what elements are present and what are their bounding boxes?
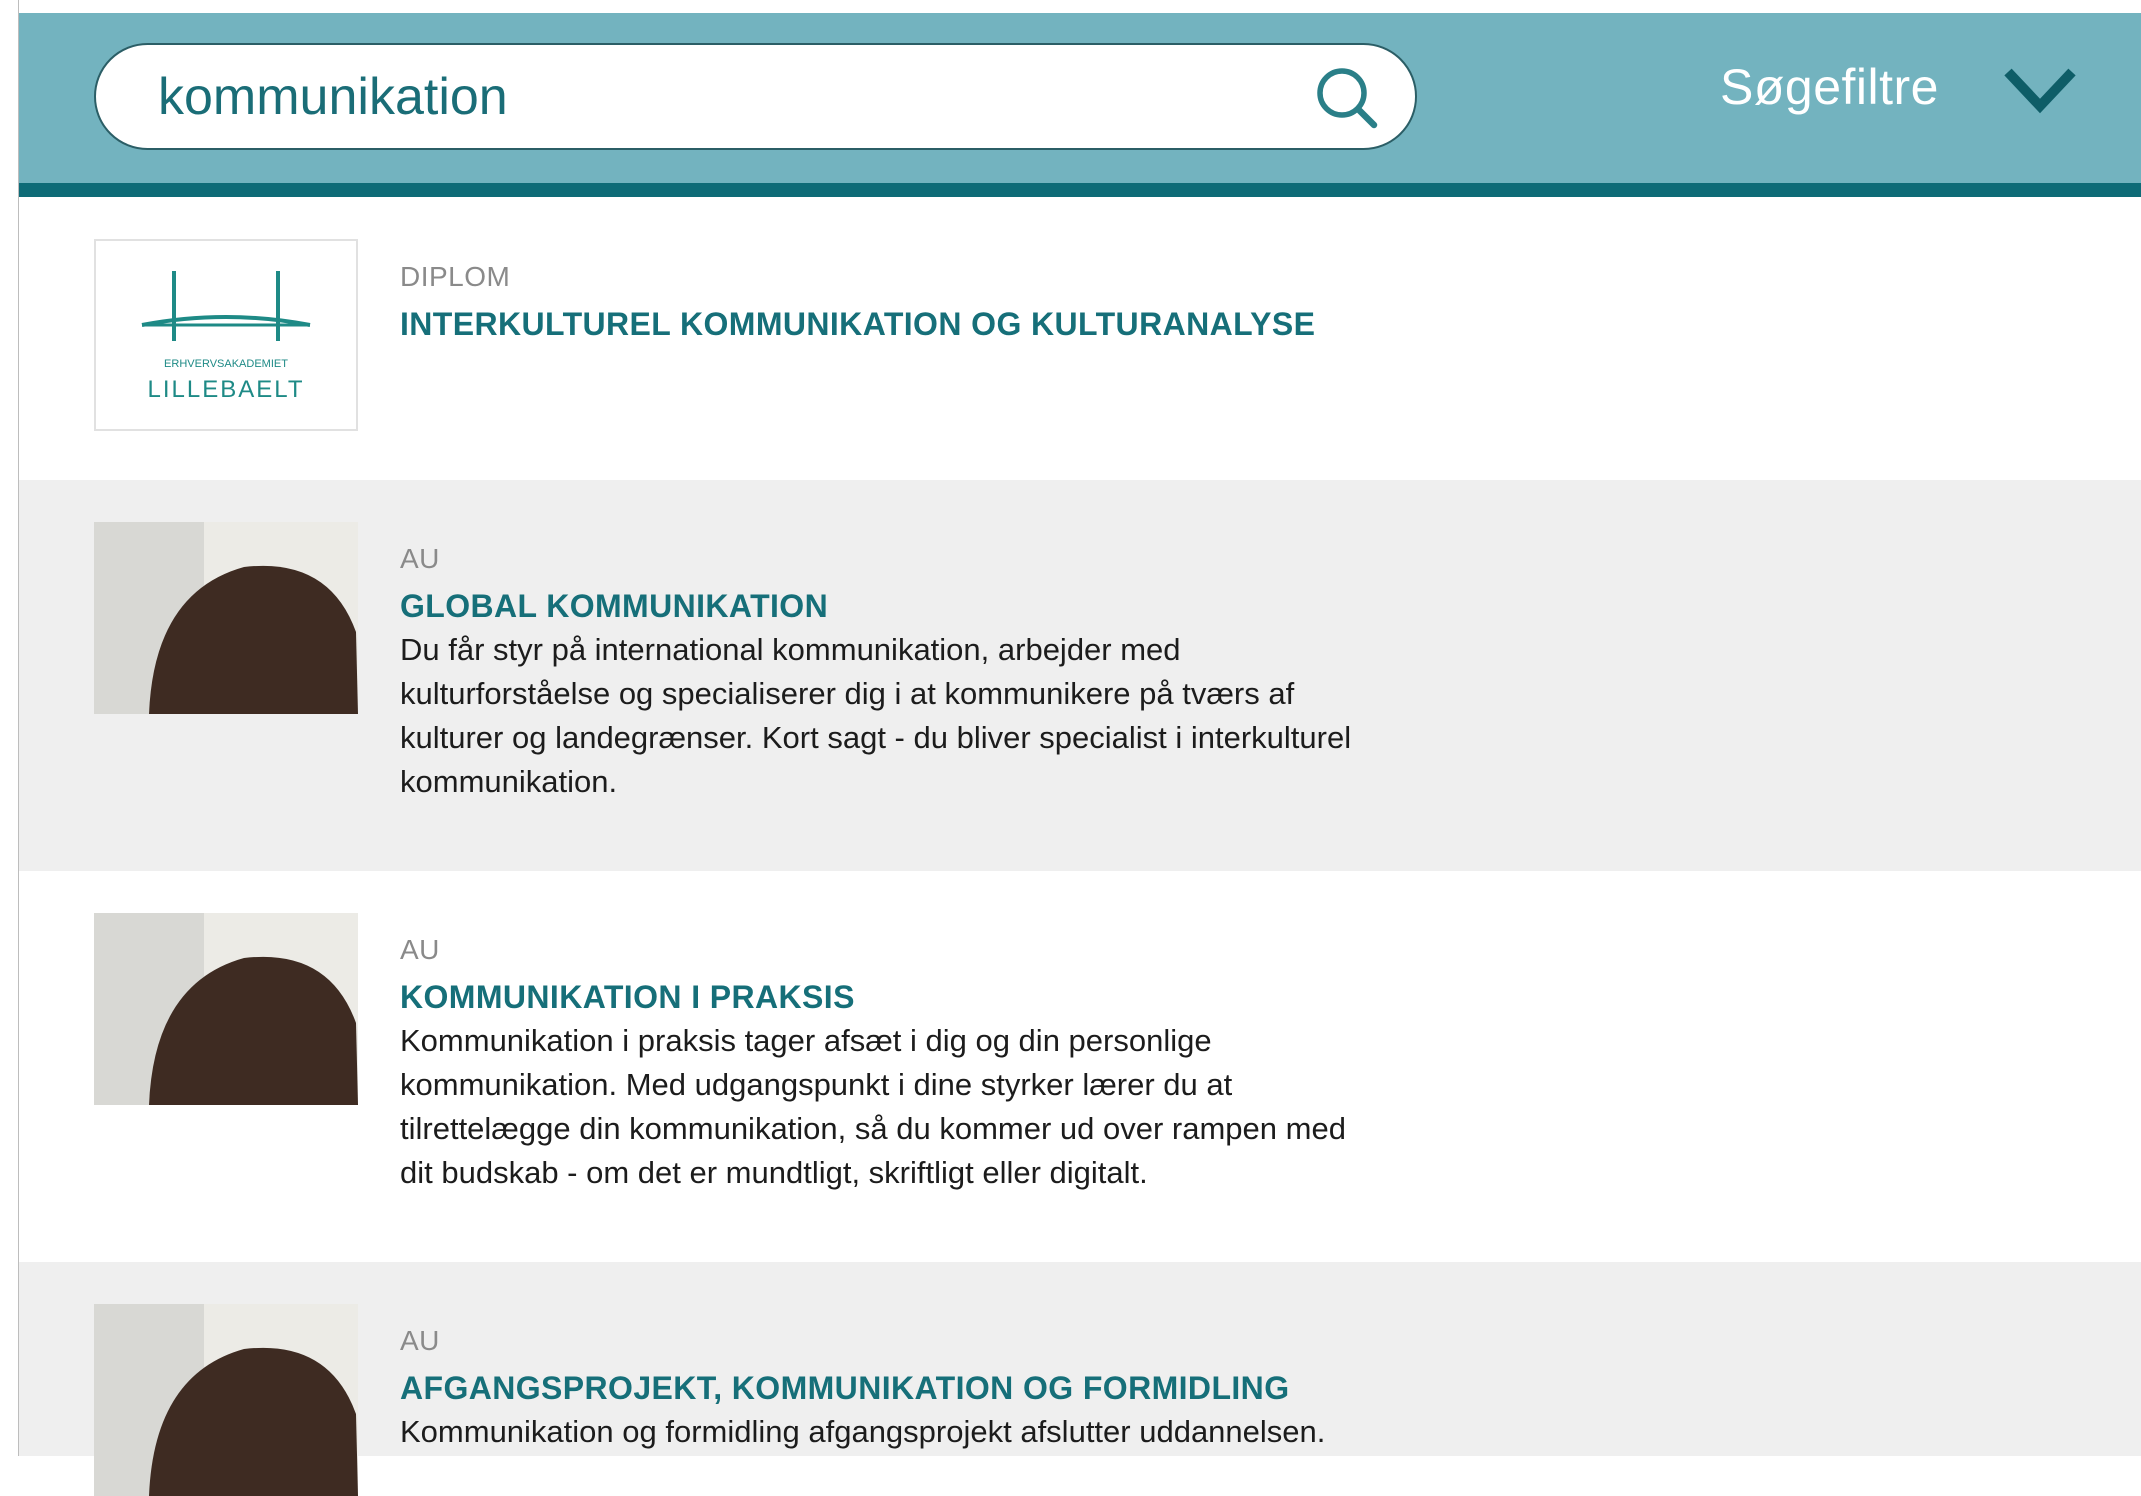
person-photo-icon: [94, 1304, 358, 1496]
result-thumbnail: [94, 522, 358, 714]
result-category: AU: [400, 934, 440, 965]
result-title[interactable]: INTERKULTUREL KOMMUNIKATION OG KULTURANA…: [400, 306, 1315, 343]
header-divider: [19, 183, 2141, 197]
result-description: Du får styr på international kommunikati…: [400, 632, 1352, 799]
result-item[interactable]: ERHVERVSAKADEMIET LILLEBAELT DIPLOM INTE…: [19, 197, 2141, 480]
search-icon[interactable]: [1312, 63, 1382, 133]
search-box[interactable]: [94, 43, 1417, 150]
result-category: AU: [400, 1325, 440, 1356]
result-title[interactable]: AFGANGSPROJEKT, KOMMUNIKATION OG FORMIDL…: [400, 1370, 1289, 1407]
search-filters-toggle[interactable]: Søgefiltre: [1720, 58, 1939, 116]
result-description: Kommunikation i praksis tager afsæt i di…: [400, 1023, 1346, 1190]
result-description: Kommunikation og formidling afgangsproje…: [400, 1414, 1326, 1449]
person-photo-icon: [94, 913, 358, 1105]
bridge-logo-icon: ERHVERVSAKADEMIET LILLEBAELT: [141, 271, 311, 403]
result-title[interactable]: GLOBAL KOMMUNIKATION: [400, 588, 828, 625]
search-input[interactable]: [158, 61, 1258, 133]
person-photo-icon: [94, 522, 358, 714]
logo-big-text: LILLEBAELT: [148, 376, 305, 403]
result-item[interactable]: AU KOMMUNIKATION I PRAKSIS Kommunikation…: [19, 871, 2141, 1262]
result-category: DIPLOM: [400, 261, 511, 292]
logo-small-text: ERHVERVSAKADEMIET: [164, 358, 288, 370]
chevron-down-icon[interactable]: [2000, 62, 2080, 118]
result-category: AU: [400, 543, 440, 574]
result-item[interactable]: AU GLOBAL KOMMUNIKATION Du får styr på i…: [19, 480, 2141, 871]
result-thumbnail: [94, 913, 358, 1105]
result-thumbnail: [94, 1304, 358, 1496]
result-item[interactable]: AU AFGANGSPROJEKT, KOMMUNIKATION OG FORM…: [19, 1262, 2141, 1496]
result-title[interactable]: KOMMUNIKATION I PRAKSIS: [400, 979, 855, 1016]
institution-logo: ERHVERVSAKADEMIET LILLEBAELT: [94, 239, 358, 431]
